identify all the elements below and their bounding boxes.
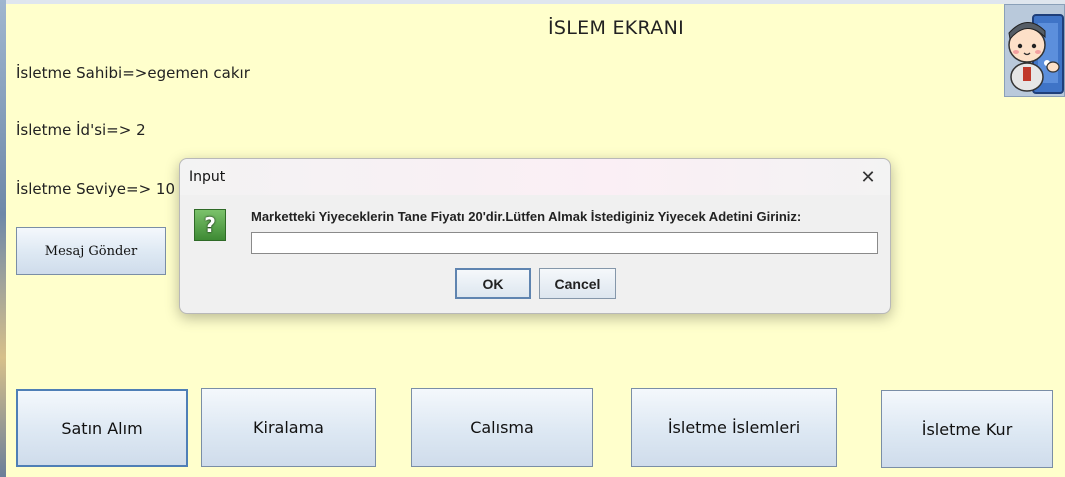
- business-operations-button[interactable]: İsletme İslemleri: [631, 388, 837, 467]
- question-icon: ?: [194, 209, 226, 241]
- window-top-edge: [0, 0, 1065, 4]
- desktop-background-strip: [0, 0, 6, 477]
- cancel-button[interactable]: Cancel: [539, 268, 616, 299]
- dialog-title: Input: [189, 169, 226, 185]
- rental-button[interactable]: Kiralama: [201, 388, 376, 467]
- cartoon-person-icon: [1004, 4, 1065, 97]
- close-icon[interactable]: ✕: [856, 165, 880, 189]
- input-dialog: Input ✕ ? Marketteki Yiyeceklerin Tane F…: [179, 158, 891, 314]
- dialog-title-bar: [180, 159, 890, 195]
- question-mark: ?: [204, 213, 216, 237]
- purchase-button[interactable]: Satın Alım: [16, 389, 188, 467]
- page-title: İSLEM EKRANI: [548, 17, 684, 39]
- owner-label: İsletme Sahibi=>egemen cakır: [16, 64, 250, 82]
- ok-button[interactable]: OK: [455, 268, 531, 299]
- establish-business-button[interactable]: İsletme Kur: [881, 390, 1053, 468]
- business-level-label: İsletme Seviye=> 10: [16, 180, 176, 198]
- quantity-input[interactable]: [251, 232, 878, 254]
- dialog-message: Marketteki Yiyeceklerin Tane Fiyatı 20'd…: [251, 209, 802, 224]
- business-id-label: İsletme İd'si=> 2: [16, 121, 146, 139]
- send-message-button[interactable]: Mesaj Gönder: [16, 227, 166, 275]
- work-button[interactable]: Calısma: [411, 388, 593, 467]
